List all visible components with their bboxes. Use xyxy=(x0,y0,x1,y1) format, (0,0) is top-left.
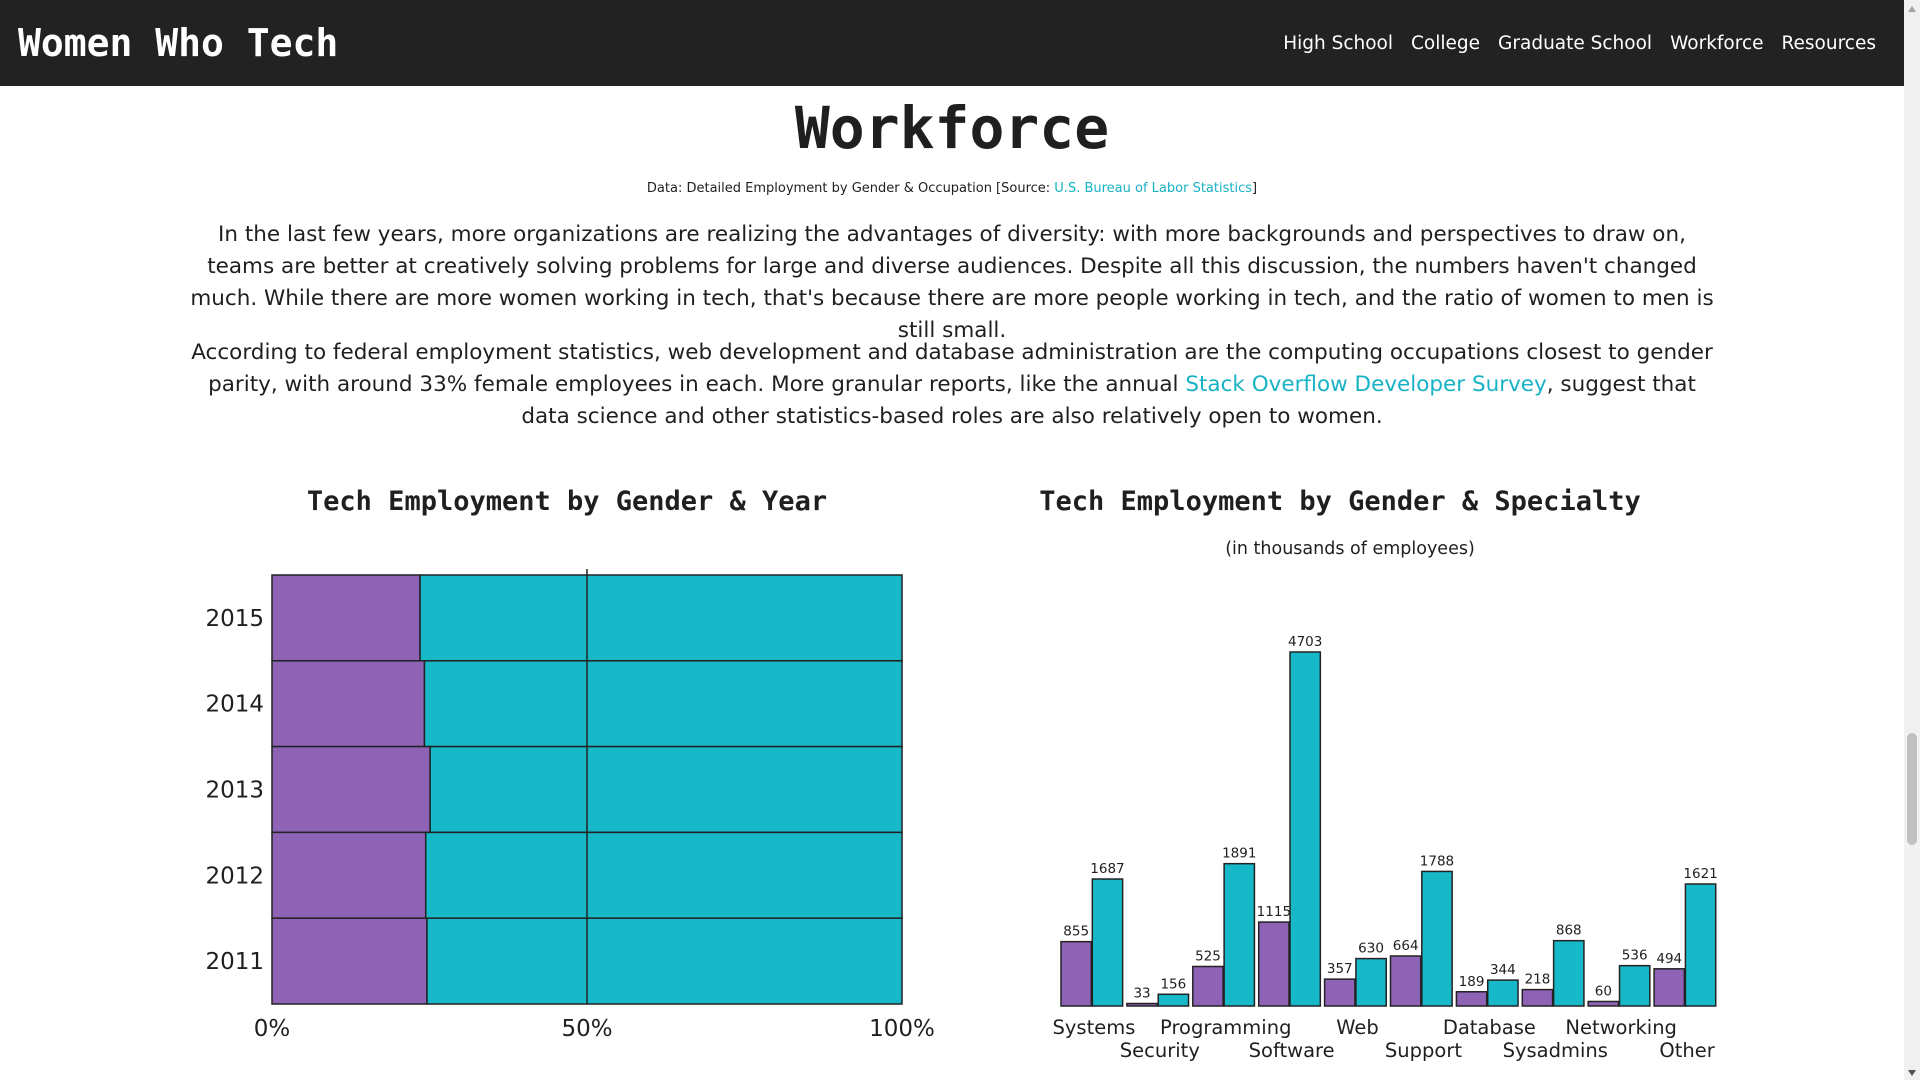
specialty-value-label: 855 xyxy=(1063,924,1089,940)
year-bar-segment xyxy=(271,831,427,919)
specialty-tick-label: Database xyxy=(1443,1016,1536,1039)
year-bar-segment xyxy=(271,917,428,1005)
specialty-tick-label: Networking xyxy=(1565,1016,1677,1039)
specialty-bar xyxy=(1355,957,1387,1007)
specialty-tick-label: Other xyxy=(1659,1039,1715,1062)
year-bar-segment xyxy=(271,574,421,662)
specialty-tick-label: Security xyxy=(1120,1039,1200,1062)
specialty-value-label: 218 xyxy=(1525,972,1551,988)
year-bar-segment xyxy=(424,831,903,919)
year-tick-label: 2012 xyxy=(205,863,264,889)
specialty-value-label: 33 xyxy=(1133,986,1150,1002)
specialty-bar xyxy=(1552,939,1585,1007)
specialty-value-label: 630 xyxy=(1358,941,1384,957)
specialty-tick-label: Sysadmins xyxy=(1503,1039,1608,1062)
specialty-bar xyxy=(1521,988,1554,1007)
percent-tick-label: 0% xyxy=(254,1016,291,1042)
year-bar-segment xyxy=(423,660,903,748)
year-bar-segment xyxy=(271,745,431,834)
specialty-bar xyxy=(1223,862,1256,1007)
year-tick-label: 2013 xyxy=(205,778,264,804)
specialty-value-label: 357 xyxy=(1327,961,1353,977)
specialty-value-label: 1891 xyxy=(1222,846,1256,862)
specialty-tick-label: Systems xyxy=(1053,1016,1136,1039)
percent-tick-label: 100% xyxy=(869,1016,935,1042)
specialty-bar xyxy=(1289,651,1322,1007)
specialty-value-label: 60 xyxy=(1595,983,1612,999)
specialty-value-label: 536 xyxy=(1622,948,1648,964)
specialty-value-label: 4703 xyxy=(1288,634,1322,650)
specialty-bar xyxy=(1192,965,1224,1007)
year-tick-label: 2011 xyxy=(205,949,264,975)
specialty-value-label: 525 xyxy=(1195,948,1221,964)
specialty-value-label: 868 xyxy=(1556,923,1582,939)
specialty-value-label: 189 xyxy=(1459,974,1485,990)
specialty-bar xyxy=(1653,968,1686,1007)
specialty-value-label: 664 xyxy=(1393,938,1419,954)
specialty-value-label: 1687 xyxy=(1090,861,1124,877)
specialty-value-label: 344 xyxy=(1490,962,1516,978)
specialty-value-label: 156 xyxy=(1160,976,1186,992)
scroll-up-arrow-icon[interactable] xyxy=(1908,6,1916,12)
year-bar-segment xyxy=(419,574,903,662)
year-bar-segment xyxy=(271,660,426,748)
specialty-bar xyxy=(1587,1000,1620,1007)
charts-canvas: 2015 2014 2013 2012 2011 0% 50% 100% 855 1687 Syst… xyxy=(205,569,1718,1062)
specialty-bar xyxy=(1060,940,1093,1007)
specialty-bar xyxy=(1126,1002,1158,1007)
percent-tick-label: 50% xyxy=(561,1016,612,1042)
specialty-tick-label: Software xyxy=(1249,1039,1335,1062)
year-tick-label: 2014 xyxy=(205,692,264,718)
specialty-tick-label: Programming xyxy=(1160,1016,1291,1039)
specialty-bar xyxy=(1455,991,1488,1007)
specialty-tick-label: Support xyxy=(1385,1039,1462,1062)
specialty-bar xyxy=(1389,955,1422,1007)
specialty-bar xyxy=(1157,993,1190,1007)
specialty-value-label: 1788 xyxy=(1420,853,1454,869)
year-bar-segment xyxy=(429,745,903,834)
specialty-value-label: 1115 xyxy=(1257,904,1291,920)
scroll-down-arrow-icon[interactable] xyxy=(1908,1070,1916,1076)
year-bar-segment xyxy=(426,917,903,1005)
specialty-bar xyxy=(1684,883,1717,1007)
year-tick-label: 2015 xyxy=(205,606,264,632)
specialty-bar xyxy=(1323,978,1356,1007)
specialty-value-label: 1621 xyxy=(1683,866,1717,882)
specialty-bar xyxy=(1486,979,1519,1007)
specialty-bar xyxy=(1091,878,1124,1007)
specialty-tick-label: Web xyxy=(1336,1016,1379,1039)
specialty-bar xyxy=(1257,921,1290,1007)
scrollbar-thumb[interactable] xyxy=(1907,733,1917,845)
page-scrollbar[interactable] xyxy=(1904,0,1920,1080)
specialty-value-label: 494 xyxy=(1656,951,1682,967)
specialty-bar xyxy=(1421,870,1453,1007)
specialty-bar xyxy=(1618,964,1651,1007)
